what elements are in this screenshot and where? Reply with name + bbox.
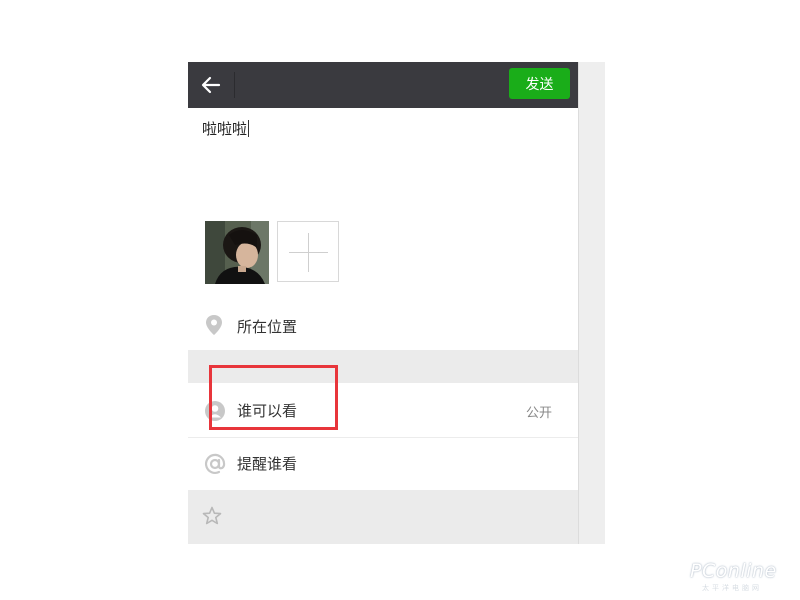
compose-text-input[interactable]: 啦啦啦 <box>202 118 250 139</box>
location-label: 所在位置 <box>237 318 298 336</box>
compose-text-value: 啦啦啦 <box>202 120 248 138</box>
mention-label: 提醒谁看 <box>237 455 298 473</box>
user-photo-thumbnail[interactable] <box>205 221 269 284</box>
visibility-value: 公开 <box>525 406 552 421</box>
topbar-divider <box>234 72 235 98</box>
side-panel-edge <box>578 62 605 544</box>
top-bar: 发送 <box>188 62 578 108</box>
mention-row[interactable]: 提醒谁看 <box>188 438 578 490</box>
send-button[interactable]: 发送 <box>509 68 570 99</box>
back-button[interactable] <box>194 69 228 101</box>
add-photo-button[interactable] <box>277 221 339 282</box>
text-caret <box>248 120 250 137</box>
watermark-logo: PConline <box>690 560 777 582</box>
location-row[interactable]: 所在位置 <box>188 302 578 350</box>
highlight-box <box>209 365 338 430</box>
footer-area <box>188 490 578 544</box>
star-icon[interactable] <box>202 506 222 526</box>
arrow-left-icon <box>201 76 221 94</box>
compose-moment-screen: 发送 啦啦啦 所在位置 谁可以看 公开 提醒谁看 <box>188 62 578 544</box>
location-pin-icon <box>206 315 222 335</box>
at-sign-icon <box>204 453 226 474</box>
watermark-subtitle: 太平洋电脑网 <box>702 584 762 592</box>
